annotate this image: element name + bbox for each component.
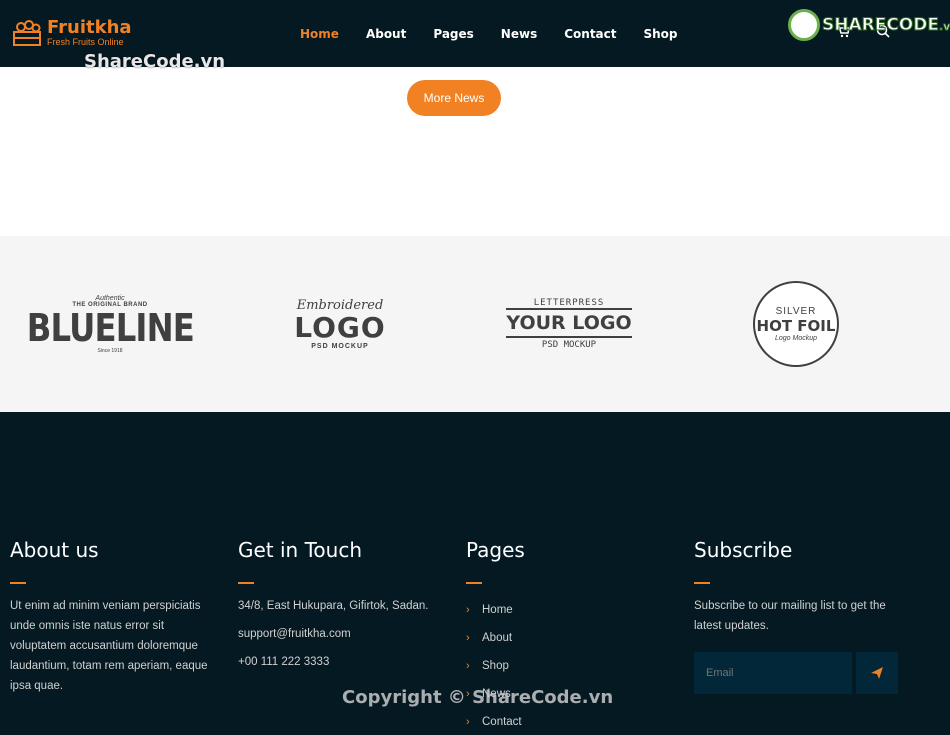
watermark-logo-icon bbox=[788, 9, 820, 41]
brand-logo-blueline: Authentic THE ORIGINAL BRAND BLUELINE Si… bbox=[26, 236, 194, 412]
brand-main: BLUELINE bbox=[26, 305, 194, 350]
chevron-right-icon: › bbox=[466, 632, 470, 644]
brand-line1: SILVER bbox=[775, 306, 817, 317]
brand-line3: Logo Mockup bbox=[774, 335, 818, 342]
footer-subscribe: Subscribe Subscribe to our mailing list … bbox=[694, 537, 904, 694]
brand-tagline: Fresh Fruits Online bbox=[47, 36, 124, 47]
footer-link-label: About bbox=[482, 632, 513, 644]
footer-link-shop[interactable]: › Shop bbox=[466, 652, 525, 680]
watermark-badge-suffix: .vn bbox=[938, 20, 950, 34]
subscribe-button[interactable] bbox=[856, 652, 898, 694]
title-divider bbox=[238, 582, 254, 584]
page: Fruitkha Fresh Fruits Online Home About … bbox=[0, 0, 950, 735]
nav-shop[interactable]: Shop bbox=[644, 27, 678, 41]
footer-contact-title: Get in Touch bbox=[238, 538, 362, 562]
send-icon bbox=[871, 667, 883, 679]
footer-about-text: Ut enim ad minim veniam perspiciatis und… bbox=[10, 600, 208, 692]
fruit-crate-icon bbox=[13, 20, 41, 46]
contact-email[interactable]: support@fruitkha.com bbox=[238, 624, 429, 652]
brand-logo-hot-foil: SILVER HOT FOIL Logo Mockup bbox=[726, 236, 866, 412]
title-divider bbox=[466, 582, 482, 584]
brand-line3: PSD MOCKUP bbox=[311, 343, 369, 350]
site-logo[interactable]: Fruitkha Fresh Fruits Online bbox=[12, 18, 132, 48]
footer-link-label: Contact bbox=[482, 716, 522, 728]
nav-pages[interactable]: Pages bbox=[433, 27, 473, 41]
contact-phone[interactable]: +00 111 222 3333 bbox=[238, 652, 429, 680]
copyright-watermark: Copyright © ShareCode.vn bbox=[342, 687, 614, 708]
brand-logo-embroidered: Embroidered LOGO PSD MOCKUP bbox=[270, 236, 410, 412]
watermark-badge: SHARECODE.vn bbox=[788, 9, 950, 41]
brand-name: Fruitkha bbox=[47, 16, 132, 38]
chevron-right-icon: › bbox=[466, 716, 470, 728]
nav-contact[interactable]: Contact bbox=[564, 27, 616, 41]
subscribe-form bbox=[694, 652, 904, 694]
footer-pages-title: Pages bbox=[466, 538, 525, 562]
footer-link-label: Home bbox=[482, 604, 513, 616]
brand-seal: SILVER HOT FOIL Logo Mockup bbox=[753, 281, 839, 367]
nav-home[interactable]: Home bbox=[300, 27, 339, 41]
brand-logo-letterpress: LETTERPRESS YOUR LOGO PSD MOCKUP bbox=[499, 236, 639, 412]
footer-link-label: Shop bbox=[482, 660, 509, 672]
brand-line3: PSD MOCKUP bbox=[541, 340, 597, 350]
chevron-right-icon: › bbox=[466, 604, 470, 616]
footer-link-home[interactable]: › Home bbox=[466, 596, 525, 624]
footer-subscribe-title: Subscribe bbox=[694, 538, 793, 562]
chevron-right-icon: › bbox=[466, 660, 470, 672]
brand-main: YOUR LOGO bbox=[506, 308, 632, 338]
brand-main: LOGO bbox=[294, 311, 386, 344]
watermark-text: ShareCode.vn bbox=[84, 51, 226, 72]
footer-link-about[interactable]: › About bbox=[466, 624, 525, 652]
brand-line1: LETTERPRESS bbox=[533, 298, 605, 308]
nav-news[interactable]: News bbox=[501, 27, 537, 41]
nav-about[interactable]: About bbox=[366, 27, 406, 41]
brand-main: HOT FOIL bbox=[756, 317, 836, 335]
brand-line1: Authentic bbox=[95, 294, 125, 302]
brand-logos-carousel: Authentic THE ORIGINAL BRAND BLUELINE Si… bbox=[0, 236, 950, 412]
more-news-button[interactable]: More News bbox=[407, 80, 501, 116]
watermark-badge-text: SHARECODE bbox=[822, 15, 940, 36]
title-divider bbox=[10, 582, 26, 584]
main-nav: Home About Pages News Contact Shop bbox=[300, 0, 705, 67]
footer-about-title: About us bbox=[10, 538, 99, 562]
footer-about: About us Ut enim ad minim veniam perspic… bbox=[10, 537, 220, 696]
footer-link-contact[interactable]: › Contact bbox=[466, 708, 525, 735]
title-divider bbox=[694, 582, 710, 584]
footer-contact: Get in Touch 34/8, East Hukupara, Gifirt… bbox=[238, 537, 429, 680]
email-input[interactable] bbox=[694, 652, 852, 694]
contact-address: 34/8, East Hukupara, Gifirtok, Sadan. bbox=[238, 600, 429, 612]
footer-subscribe-text: Subscribe to our mailing list to get the… bbox=[694, 600, 886, 632]
